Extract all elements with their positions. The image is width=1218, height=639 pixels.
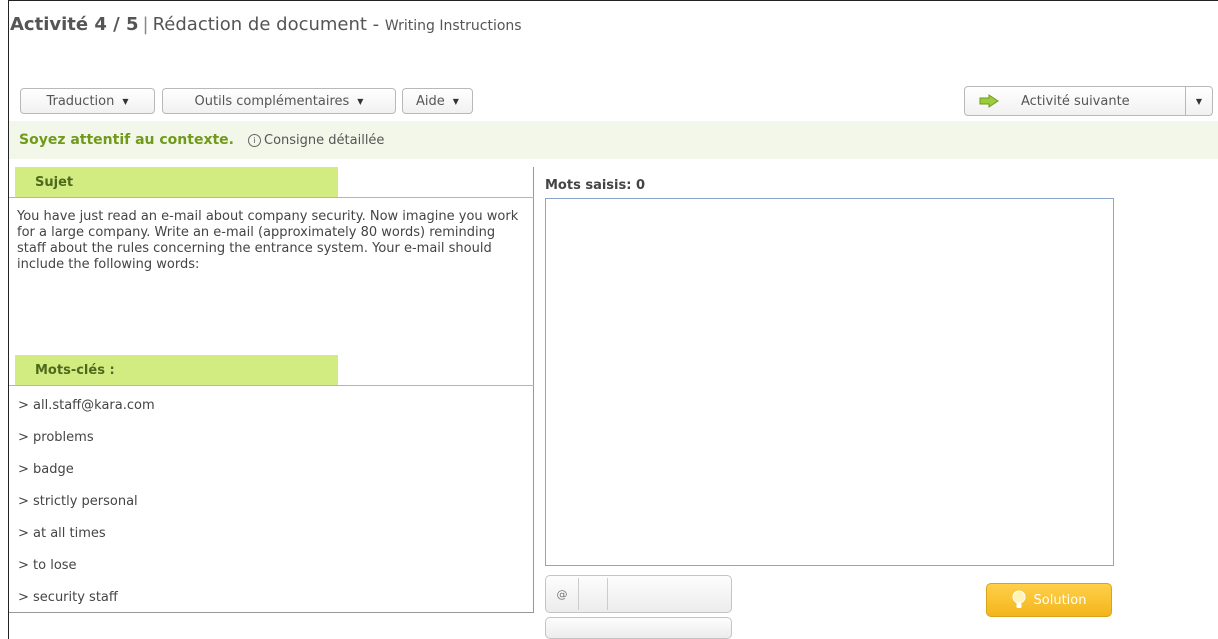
chevron-down-icon: ▼ (357, 96, 364, 106)
keywords-divider (9, 385, 534, 386)
sujet-text: You have just read an e-mail about compa… (17, 209, 519, 272)
solution-label: Solution (1033, 592, 1087, 608)
context-hint: Soyez attentif au contexte. (19, 132, 234, 148)
chevron-down-icon: ▼ (122, 96, 129, 106)
keywords-heading-label: Mots-clés : (35, 362, 115, 378)
keyword-item: > all.staff@kara.com (18, 398, 155, 413)
keyword-item: > at all times (18, 526, 106, 541)
next-activity-button[interactable]: Activité suivante (965, 87, 1185, 115)
activity-counter: Activité 4 / 5 (10, 14, 139, 35)
sujet-heading-label: Sujet (35, 174, 74, 190)
next-activity-label: Activité suivante (1021, 93, 1130, 109)
special-characters-toolbar: @ (545, 575, 732, 613)
keyword-item: > badge (18, 462, 74, 477)
traduction-label: Traduction (46, 93, 115, 109)
detailed-instructions-label: Consigne détaillée (264, 132, 385, 148)
at-symbol-button[interactable]: @ (546, 588, 578, 601)
activity-subtitle: Writing Instructions (384, 18, 522, 34)
word-count-label: Mots saisis: 0 (545, 178, 646, 193)
info-icon: i (248, 133, 261, 147)
subject-panel: Sujet You have just read an e-mail about… (9, 167, 534, 613)
arrow-right-icon (979, 94, 999, 108)
toolbar-separator (578, 578, 579, 610)
sujet-heading: Sujet (15, 167, 338, 197)
title-separator: | (142, 14, 149, 35)
keyword-item: > problems (18, 430, 94, 445)
keyword-item: > to lose (18, 558, 77, 573)
outils-label: Outils complémentaires (194, 93, 350, 109)
chevron-down-icon: ▼ (452, 96, 459, 106)
traduction-dropdown[interactable]: Traduction ▼ (20, 88, 155, 114)
lightbulb-icon (1012, 590, 1026, 610)
context-banner: Soyez attentif au contexte. i Consigne d… (9, 121, 1218, 159)
next-activity-split-button: Activité suivante ▼ (964, 86, 1213, 116)
activity-title: Rédaction de document - (152, 14, 380, 35)
aide-label: Aide (416, 93, 445, 109)
aide-dropdown[interactable]: Aide ▼ (402, 88, 473, 114)
solution-button[interactable]: Solution (986, 583, 1112, 617)
answer-textarea[interactable] (545, 198, 1114, 566)
keywords-heading: Mots-clés : (15, 355, 338, 385)
page-title: Activité 4 / 5 | Rédaction de document - W… (10, 14, 522, 35)
detailed-instructions-link[interactable]: i Consigne détaillée (248, 133, 384, 148)
outils-dropdown[interactable]: Outils complémentaires ▼ (162, 88, 396, 114)
special-characters-toolbar-row2 (545, 617, 732, 639)
chevron-down-icon: ▼ (1195, 96, 1203, 106)
toolbar-separator (607, 578, 608, 610)
keyword-item: > security staff (18, 590, 118, 605)
next-activity-menu-toggle[interactable]: ▼ (1185, 87, 1212, 115)
keyword-item: > strictly personal (18, 494, 138, 509)
sujet-divider (9, 197, 534, 198)
